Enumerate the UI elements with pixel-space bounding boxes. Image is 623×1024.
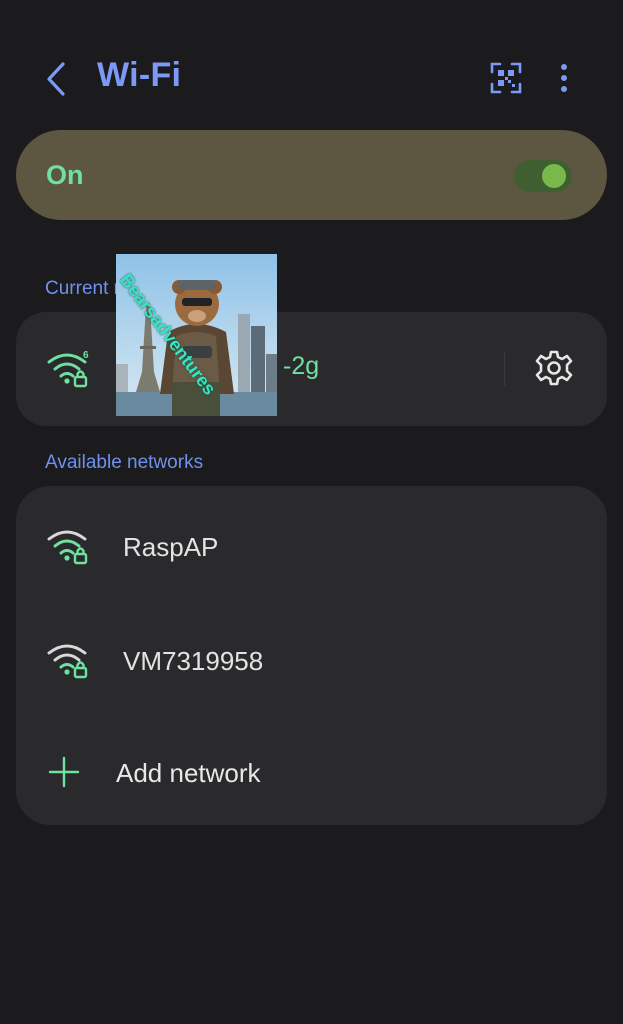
add-network-button[interactable]: Add network xyxy=(16,720,607,820)
network-name: VM7319958 xyxy=(123,646,264,676)
toggle-knob xyxy=(542,164,566,188)
network-item-raspap[interactable]: RaspAP xyxy=(16,492,607,592)
page-title: Wi-Fi xyxy=(97,56,182,94)
wifi-secured-icon xyxy=(47,644,88,679)
more-vertical-icon xyxy=(561,64,567,92)
chevron-left-icon xyxy=(47,62,65,96)
gear-icon xyxy=(535,350,573,386)
divider xyxy=(504,352,505,386)
back-button[interactable] xyxy=(38,58,78,100)
add-network-label: Add network xyxy=(116,758,261,788)
available-networks-list: RaspAP VM7319958 Add network xyxy=(16,486,607,825)
wifi-master-toggle[interactable]: On xyxy=(16,130,607,220)
qr-scan-button[interactable] xyxy=(486,58,526,98)
qr-scan-icon xyxy=(490,62,522,94)
wifi-6-badge: 6 xyxy=(83,350,89,361)
toggle-switch[interactable] xyxy=(514,160,572,192)
wifi-secured-icon xyxy=(47,530,88,565)
network-settings-button[interactable] xyxy=(534,348,574,388)
wifi-6-secured-icon: 6 xyxy=(47,350,89,388)
network-name: RaspAP xyxy=(123,532,219,562)
more-options-button[interactable] xyxy=(548,58,580,98)
network-item-vm7319958[interactable]: VM7319958 xyxy=(16,606,607,706)
wifi-settings-screen: Wi-Fi On Current network 6 -2g Bearsadve… xyxy=(0,0,623,1024)
available-networks-heading: Available networks xyxy=(45,452,204,473)
plus-icon xyxy=(48,756,80,788)
toggle-label: On xyxy=(46,160,84,190)
current-network-card[interactable]: 6 -2g xyxy=(16,312,607,426)
current-network-name: -2g xyxy=(283,352,320,380)
